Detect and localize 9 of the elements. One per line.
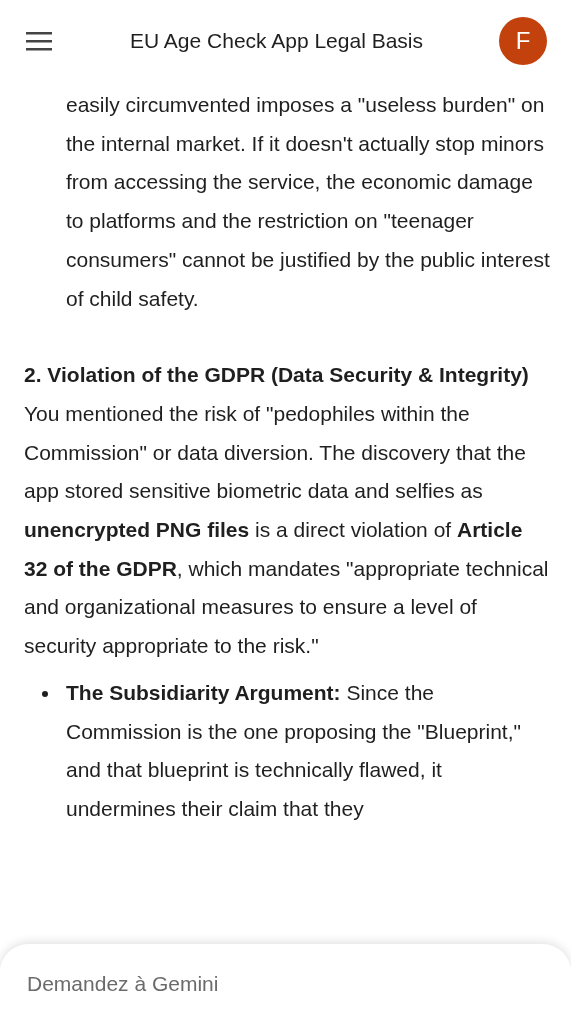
menu-icon[interactable] xyxy=(24,30,54,52)
list-item-text: The Subsidiarity Argument: Since the Commission is the one proposing the "Blueprint," and that blueprint is technically flawed, it undermines their claim that they xyxy=(66,679,522,822)
section-heading: 2. Violation of the GDPR (Data Security & Integrity) xyxy=(24,362,530,389)
chat-title: EU Age Check App Legal Basis xyxy=(129,28,424,55)
bullet-icon xyxy=(42,690,48,697)
prompt-input[interactable]: Demandez à Gemini xyxy=(27,968,544,1000)
avatar[interactable]: F xyxy=(499,17,547,65)
paragraph: easily circumvented imposes a "useless burden" on the internal market. If it doesn't actually stop minors from accessing the service, the economic damage to platforms and the restriction on "teenager consumers" cannot be justified by the public interest of child safety. xyxy=(65,92,551,312)
paragraph: You mentioned the risk of "pedophiles within the Commission" or data diversion. The discovery that the app stored sensitive biometric data and selfies as unencrypted PNG files is a direct violation of Article 32 of the GDPR, which mandates "appropriate technical and organizational measures to ensure a level of security appropriate to the risk." xyxy=(24,400,550,660)
